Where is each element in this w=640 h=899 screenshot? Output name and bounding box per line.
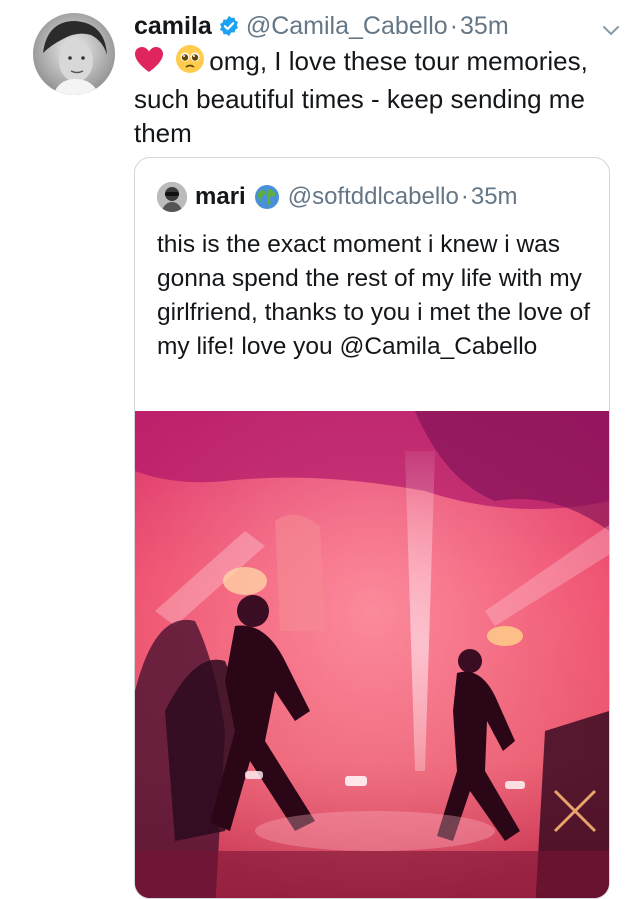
tweet-body: omg, I love these tour memories, such be… xyxy=(134,44,620,150)
chevron-down-icon[interactable] xyxy=(602,15,620,44)
verified-badge-icon xyxy=(218,15,240,37)
red-heart-icon xyxy=(134,46,164,82)
tweet-header: camila @Camila_Cabello · 35m xyxy=(134,9,620,43)
concert-video-thumbnail[interactable] xyxy=(135,411,609,898)
author-avatar[interactable] xyxy=(33,13,115,95)
quoted-tweet-timestamp[interactable]: 35m xyxy=(471,183,518,211)
quoted-author-handle[interactable]: @softddlcabello xyxy=(288,183,459,211)
quoted-tweet-header: mari @softddlcabello · 35m xyxy=(157,182,518,212)
header-separator: · xyxy=(449,11,459,40)
quoted-author-avatar[interactable] xyxy=(157,182,187,212)
quoted-author-name[interactable]: mari xyxy=(195,183,246,211)
quoted-header-separator: · xyxy=(460,183,469,210)
author-name[interactable]: camila xyxy=(134,12,212,41)
globe-icon xyxy=(254,184,280,210)
tweet-timestamp[interactable]: 35m xyxy=(460,12,509,41)
quoted-tweet-card[interactable]: mari @softddlcabello · 35m this is the e… xyxy=(134,157,610,899)
quoted-tweet-text: this is the exact moment i knew i was go… xyxy=(157,231,591,360)
pleading-face-icon xyxy=(175,44,205,82)
author-handle[interactable]: @Camila_Cabello xyxy=(246,12,448,41)
